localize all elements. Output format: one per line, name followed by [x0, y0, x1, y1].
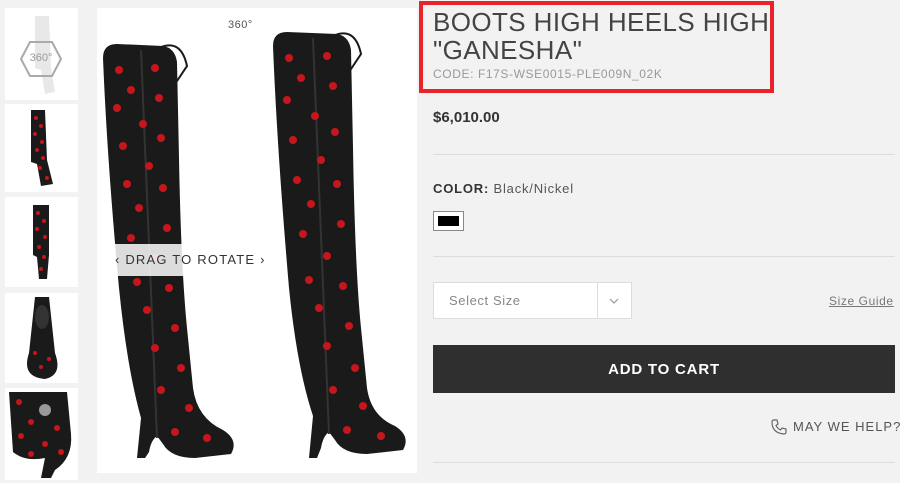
thumbnail-360[interactable]: 360° [5, 8, 78, 100]
divider [433, 462, 895, 463]
divider [433, 154, 895, 155]
drag-to-rotate-hint: ‹ DRAG TO ROTATE › [111, 244, 270, 276]
color-row: COLOR: Black/Nickel [433, 181, 574, 196]
viewer-360-label: 360° [228, 19, 253, 31]
add-to-cart-button[interactable]: ADD TO CART [433, 345, 895, 393]
boot-image-right [273, 32, 406, 458]
size-guide-link[interactable]: Size Guide [829, 294, 894, 308]
thumbnail-360-label: 360° [29, 52, 53, 64]
chevron-down-icon [609, 298, 619, 304]
thumbnail-side-view[interactable] [5, 104, 78, 192]
color-label: COLOR: [433, 181, 490, 196]
phone-icon [771, 419, 787, 435]
help-label: MAY WE HELP? [793, 419, 900, 434]
swatch-fill [438, 216, 459, 226]
color-value: Black/Nickel [493, 181, 574, 196]
product-code: CODE: F17S-WSE0015-PLE009N_02K [433, 67, 663, 81]
thumbnail-front-view[interactable] [5, 197, 78, 287]
product-price: $6,010.00 [433, 109, 500, 126]
select-divider [597, 283, 598, 318]
size-select[interactable]: Select Size [433, 282, 632, 319]
product-title: BOOTS HIGH HEELS HIGH "GANESHA" [433, 7, 770, 65]
thumbnail-heel-detail[interactable] [5, 388, 78, 480]
thumbnail-top-view[interactable] [5, 293, 78, 383]
size-select-placeholder: Select Size [449, 293, 521, 308]
color-swatch-black-nickel[interactable] [433, 211, 464, 231]
divider [433, 256, 895, 257]
product-image-viewer[interactable]: 360° ‹ DRAG TO ROTATE › [97, 8, 417, 473]
